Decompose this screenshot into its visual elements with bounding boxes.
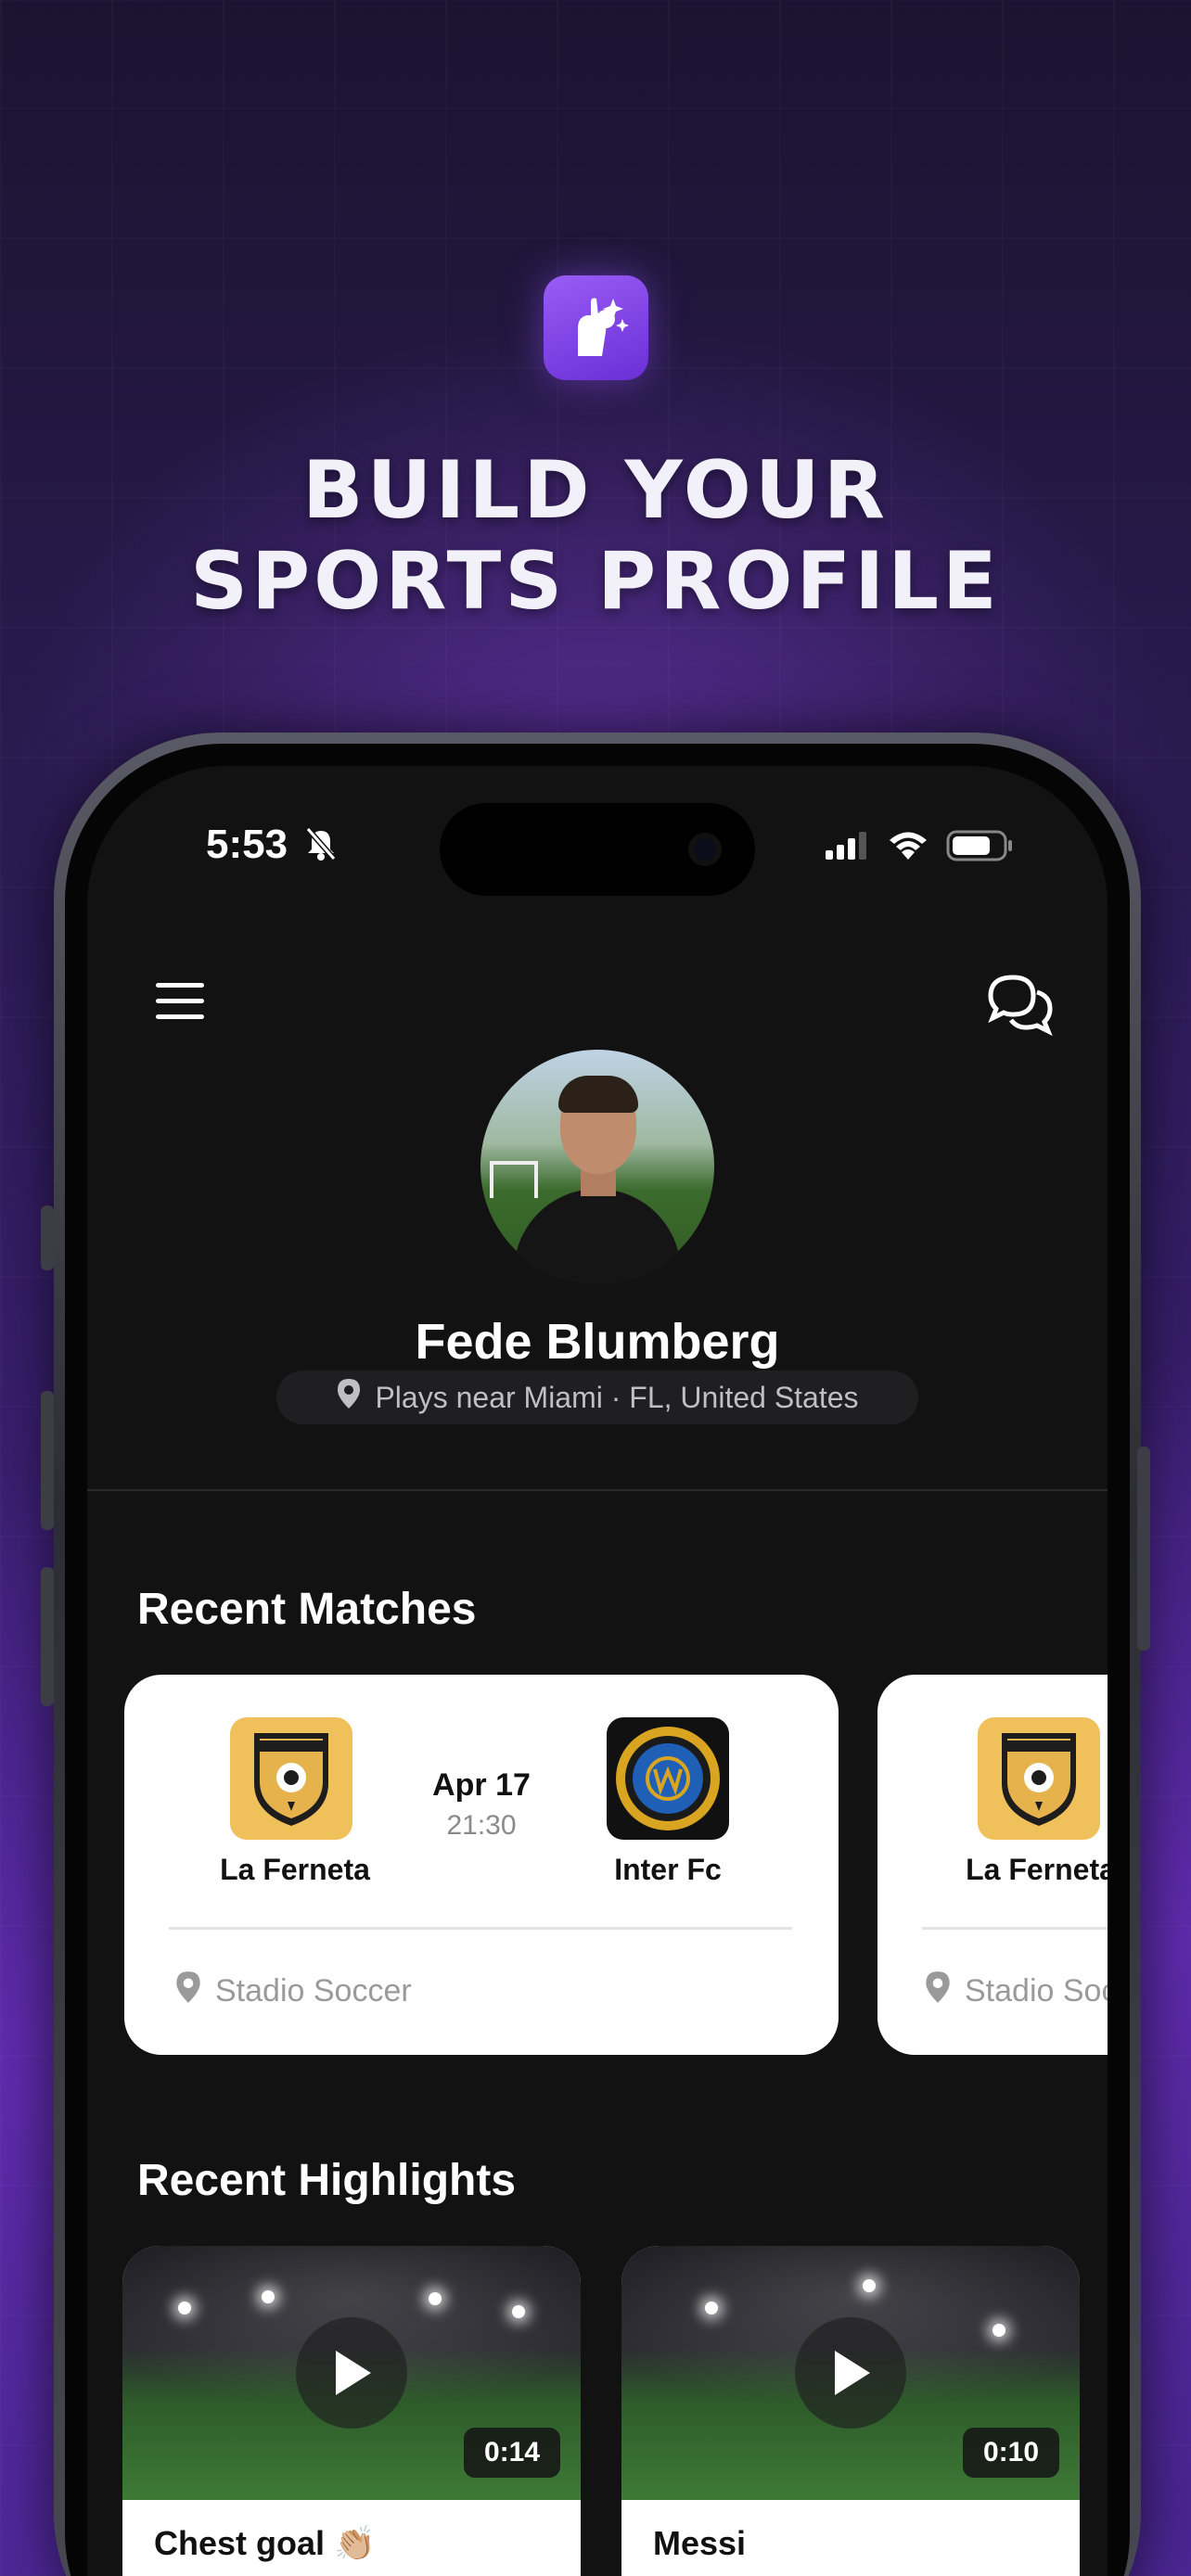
location-badge: Plays near Miami · FL, United States	[276, 1371, 918, 1424]
chat-bubbles-icon[interactable]	[985, 972, 1056, 1041]
video-duration: 0:14	[464, 2428, 560, 2478]
inter-fc-crest-icon	[607, 1717, 729, 1840]
avatar-shirt	[514, 1189, 681, 1283]
venue-pin-icon	[924, 1970, 952, 2013]
home-team-name: La Ferneta	[966, 1853, 1108, 1886]
front-camera	[688, 833, 722, 866]
match-date: Apr 17	[432, 1767, 531, 1803]
card-divider	[169, 1927, 792, 1930]
hero-headline: BUILD YOUR SPORTS PROFILE	[0, 445, 1191, 627]
match-card[interactable]: La Ferneta Stadio Soccer	[877, 1675, 1108, 2055]
status-bar: 5:53	[87, 766, 1108, 924]
stadium-light	[705, 2302, 718, 2315]
profile-name: Fede Blumberg	[415, 1314, 780, 1370]
stadium-light	[512, 2305, 525, 2318]
venue-name: Stadio Soccer	[965, 1973, 1108, 2009]
away-team-name: Inter Fc	[614, 1853, 722, 1886]
silent-bell-icon	[302, 825, 339, 867]
card-divider	[922, 1927, 1108, 1930]
phone-screen: 5:53 Fede Blumberg Plays near Miami · FL…	[87, 766, 1108, 2576]
phone-volume-down-button	[41, 1567, 54, 1706]
wifi-icon	[887, 830, 929, 866]
play-button-icon[interactable]	[296, 2317, 407, 2429]
la-ferneta-crest-icon	[230, 1717, 352, 1840]
stadium-light	[863, 2279, 876, 2292]
stadium-light	[262, 2290, 275, 2303]
phone-power-button	[1137, 1447, 1150, 1651]
la-ferneta-crest-icon	[978, 1717, 1100, 1840]
match-venue: Stadio Soccer	[924, 1970, 1108, 2013]
location-pin-icon	[336, 1377, 362, 1418]
recent-highlights-title: Recent Highlights	[137, 2156, 517, 2205]
avatar-hair	[558, 1076, 638, 1113]
highlight-title: Messi	[653, 2524, 747, 2562]
phone-volume-up-button	[41, 1391, 54, 1530]
video-duration: 0:10	[963, 2428, 1059, 2478]
home-team-name: La Ferneta	[220, 1853, 370, 1886]
section-divider	[87, 1489, 1108, 1491]
status-time: 5:53	[206, 822, 288, 867]
location-text: Plays near Miami · FL, United States	[375, 1380, 859, 1414]
play-button-icon[interactable]	[795, 2317, 906, 2429]
highlight-card[interactable]: 0:14 Chest goal 👏🏼	[122, 2246, 581, 2576]
headline-line-2: SPORTS PROFILE	[190, 535, 1001, 628]
profile-avatar[interactable]	[480, 1050, 714, 1283]
battery-icon	[946, 829, 1015, 867]
highlight-title: Chest goal 👏🏼	[154, 2524, 376, 2562]
match-venue: Stadio Soccer	[174, 1970, 412, 2013]
recent-matches-title: Recent Matches	[137, 1585, 477, 1634]
avatar-goal-post	[490, 1161, 538, 1198]
match-time: 21:30	[446, 1810, 517, 1841]
venue-pin-icon	[174, 1970, 202, 2013]
cellular-signal-icon	[824, 830, 870, 866]
stadium-light	[178, 2302, 191, 2315]
headline-line-1: BUILD YOUR	[302, 444, 889, 537]
stadium-light	[992, 2324, 1005, 2337]
phone-action-button	[41, 1205, 54, 1270]
stadium-light	[429, 2292, 442, 2305]
highlight-card[interactable]: 0:10 Messi	[621, 2246, 1080, 2576]
match-card[interactable]: La Ferneta Apr 17 21:30 Inter Fc Stadio …	[124, 1675, 839, 2055]
hamburger-menu-icon[interactable]	[154, 979, 206, 1028]
dynamic-island	[440, 803, 755, 896]
venue-name: Stadio Soccer	[215, 1973, 412, 2009]
status-icons	[824, 829, 1015, 867]
app-logo-icon	[544, 275, 648, 380]
